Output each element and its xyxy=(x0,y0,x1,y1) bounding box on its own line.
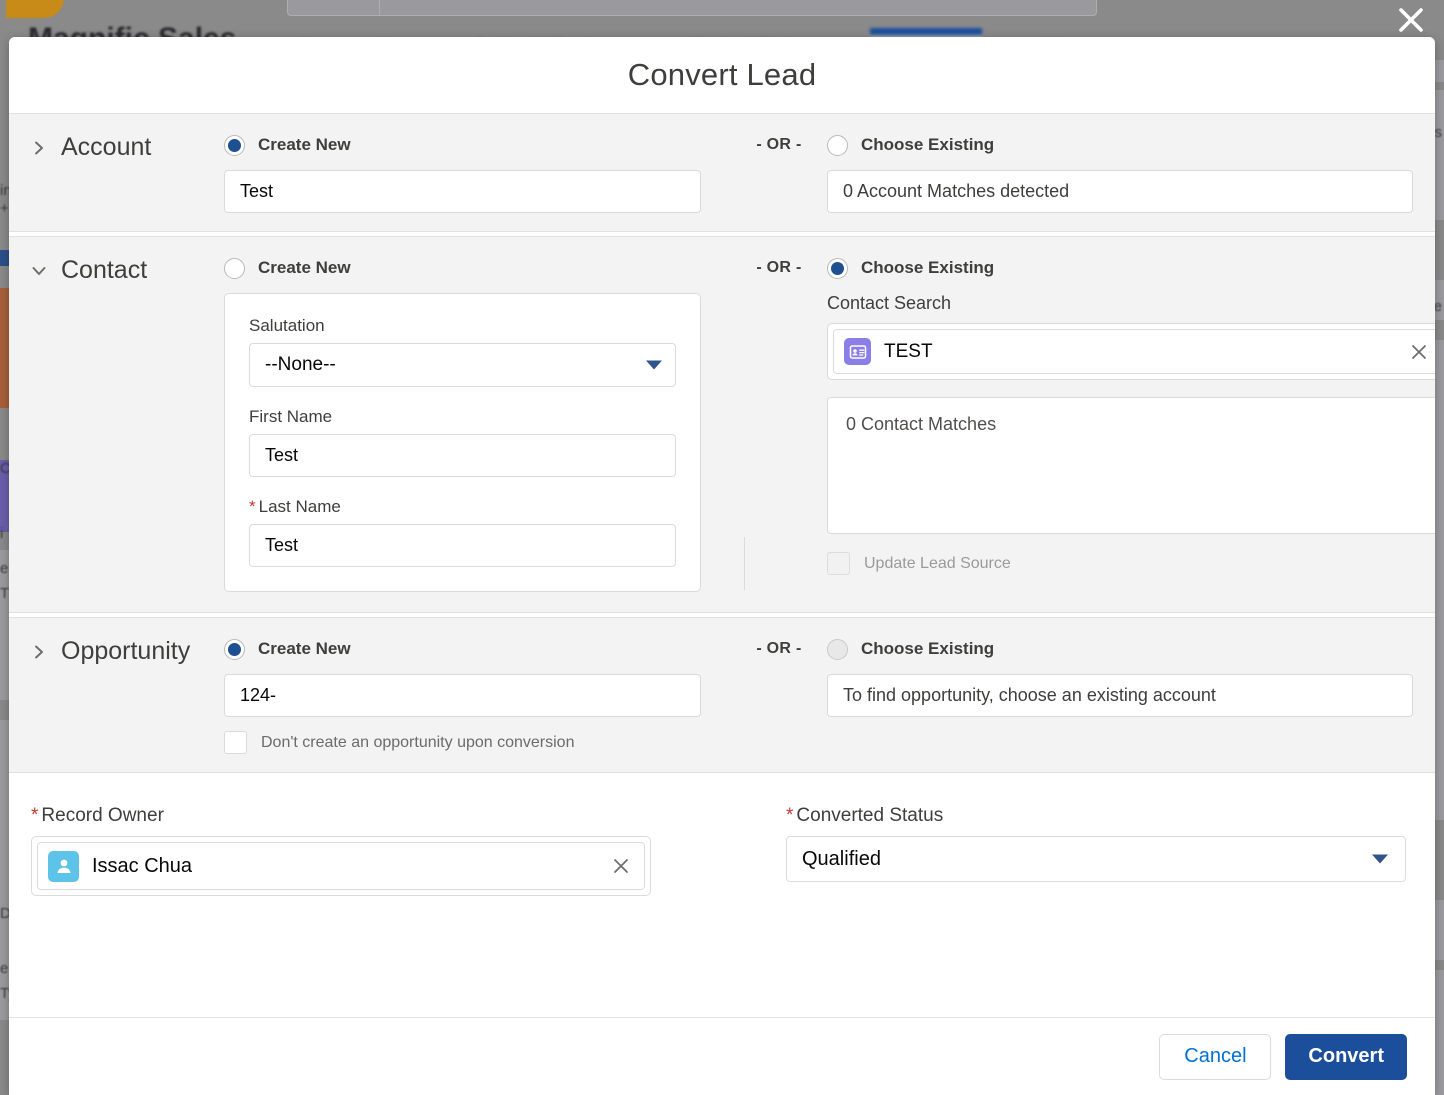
chevron-right-icon[interactable] xyxy=(31,644,47,660)
converted-status-label-text: Converted Status xyxy=(796,805,944,826)
last-name-label: * Last Name xyxy=(249,497,676,517)
last-name-field: * Last Name xyxy=(249,497,676,567)
opportunity-section: Opportunity Create New Don't create an o… xyxy=(9,617,1435,773)
contact-section: Contact Create New Salutation --None-- F… xyxy=(9,236,1435,613)
background-search-bar xyxy=(287,0,1097,16)
last-name-label-text: Last Name xyxy=(258,497,341,516)
opportunity-name-input[interactable] xyxy=(224,674,701,717)
opportunity-create-new-radio[interactable] xyxy=(224,638,245,660)
record-owner-lookup[interactable]: Issac Chua xyxy=(31,836,651,896)
update-lead-source-row[interactable]: Update Lead Source xyxy=(827,552,1435,575)
opportunity-section-header[interactable]: Opportunity xyxy=(31,636,224,666)
modal-footer: Cancel Convert xyxy=(9,1017,1435,1095)
update-lead-source-label: Update Lead Source xyxy=(864,554,1011,572)
user-avatar-icon xyxy=(48,850,79,882)
converted-status-select[interactable]: Qualified xyxy=(786,836,1406,882)
contact-choose-existing-radio-row[interactable]: Choose Existing xyxy=(827,255,1435,281)
account-section-header[interactable]: Account xyxy=(31,132,224,162)
record-owner-label: * Record Owner xyxy=(31,805,786,827)
background-fragment-2: + xyxy=(0,200,9,217)
required-indicator: * xyxy=(786,805,794,826)
background-fragment-8: e xyxy=(0,960,9,977)
record-owner-field: * Record Owner Issac Chua xyxy=(31,805,786,896)
background-fragment-6: T xyxy=(0,585,10,602)
modal-title: Convert Lead xyxy=(627,57,817,92)
contact-selected-pill[interactable]: TEST xyxy=(833,329,1435,374)
background-fragment-4: i xyxy=(0,525,4,542)
converted-status-label: * Converted Status xyxy=(786,805,1413,827)
required-indicator: * xyxy=(31,805,39,826)
clear-record-owner-icon[interactable] xyxy=(610,855,632,877)
record-owner-label-text: Record Owner xyxy=(41,805,164,826)
opportunity-create-new-label: Create New xyxy=(258,639,351,658)
first-name-input[interactable] xyxy=(249,434,676,477)
first-name-field: First Name xyxy=(249,407,676,477)
account-section: Account Create New - OR - Choose Ex xyxy=(9,113,1435,232)
contact-create-new-label: Create New xyxy=(258,258,351,277)
required-indicator: * xyxy=(249,497,256,516)
contact-search-label: Contact Search xyxy=(827,293,952,313)
first-name-label: First Name xyxy=(249,407,333,426)
convert-lead-modal: Convert Lead Account Create New Test - O… xyxy=(9,37,1435,1095)
contact-section-header[interactable]: Contact xyxy=(31,255,224,285)
contact-selected-text: TEST xyxy=(884,340,933,362)
opportunity-create-new-radio-row[interactable]: Create New xyxy=(224,636,701,662)
contact-create-new-radio[interactable] xyxy=(224,257,245,279)
salutation-field: Salutation --None-- xyxy=(249,316,676,387)
contact-card-icon xyxy=(844,338,871,365)
clear-contact-search-icon[interactable] xyxy=(1408,341,1430,363)
converted-status-value: Qualified xyxy=(802,847,881,870)
contact-matches-text: 0 Contact Matches xyxy=(846,414,997,434)
contact-choose-existing-label: Choose Existing xyxy=(861,258,995,277)
opportunity-hint-box: To find opportunity, choose an existing … xyxy=(827,674,1413,717)
salutation-select[interactable]: --None-- xyxy=(249,343,676,387)
contact-search-lookup[interactable]: TEST xyxy=(827,323,1435,380)
contact-create-new-radio-row[interactable]: Create New xyxy=(224,255,743,281)
background-fragment-5: e xyxy=(0,560,9,577)
close-modal-button[interactable] xyxy=(1388,0,1434,40)
account-create-new-label: Create New xyxy=(258,135,351,154)
account-matches-box: 0 Account Matches detected xyxy=(827,170,1413,213)
contact-section-title: Contact xyxy=(61,256,148,284)
dont-create-opportunity-checkbox[interactable] xyxy=(224,731,247,754)
record-details-row: * Record Owner Issac Chua * Converted St… xyxy=(9,773,1435,922)
contact-matches-box: 0 Contact Matches xyxy=(827,397,1435,534)
opportunity-choose-existing-radio-row[interactable]: Choose Existing xyxy=(827,636,1413,662)
record-owner-pill[interactable]: Issac Chua xyxy=(37,842,645,890)
account-section-title: Account xyxy=(61,133,152,161)
account-name-input[interactable] xyxy=(224,170,701,213)
account-choose-existing-radio-row[interactable]: Choose Existing xyxy=(827,132,1413,158)
account-or-separator: - OR - xyxy=(756,136,802,153)
chevron-right-icon[interactable] xyxy=(31,140,47,156)
opportunity-section-title: Opportunity xyxy=(61,637,191,665)
salutation-value: --None-- xyxy=(265,354,336,375)
account-create-new-radio[interactable] xyxy=(224,134,245,156)
update-lead-source-checkbox[interactable] xyxy=(827,552,850,575)
close-icon xyxy=(1396,5,1426,35)
contact-or-separator: - OR - xyxy=(756,259,802,276)
chevron-down-icon[interactable] xyxy=(31,263,47,279)
contact-new-fields-card: Salutation --None-- First Name Test * La… xyxy=(224,293,701,592)
last-name-input[interactable] xyxy=(249,524,676,567)
opportunity-or-separator: - OR - xyxy=(756,640,802,657)
salutation-label: Salutation xyxy=(249,316,325,335)
account-choose-existing-radio[interactable] xyxy=(827,134,848,156)
opportunity-choose-existing-radio[interactable] xyxy=(827,638,848,660)
convert-button[interactable]: Convert xyxy=(1285,1033,1407,1080)
modal-header: Convert Lead xyxy=(9,37,1435,113)
dont-create-opportunity-label: Don't create an opportunity upon convers… xyxy=(261,733,575,751)
org-logo xyxy=(6,0,64,18)
account-create-new-radio-row[interactable]: Create New xyxy=(224,132,701,158)
opportunity-choose-existing-label: Choose Existing xyxy=(861,639,995,658)
dont-create-opportunity-row[interactable]: Don't create an opportunity upon convers… xyxy=(224,731,701,754)
cancel-button[interactable]: Cancel xyxy=(1159,1033,1272,1080)
contact-choose-existing-radio[interactable] xyxy=(827,257,848,279)
modal-body: Account Create New - OR - Choose Ex xyxy=(9,113,1435,1017)
contact-vertical-divider xyxy=(744,537,745,590)
record-owner-value: Issac Chua xyxy=(92,854,193,877)
converted-status-field: * Converted Status Qualified xyxy=(786,805,1413,896)
account-choose-existing-label: Choose Existing xyxy=(861,135,995,154)
